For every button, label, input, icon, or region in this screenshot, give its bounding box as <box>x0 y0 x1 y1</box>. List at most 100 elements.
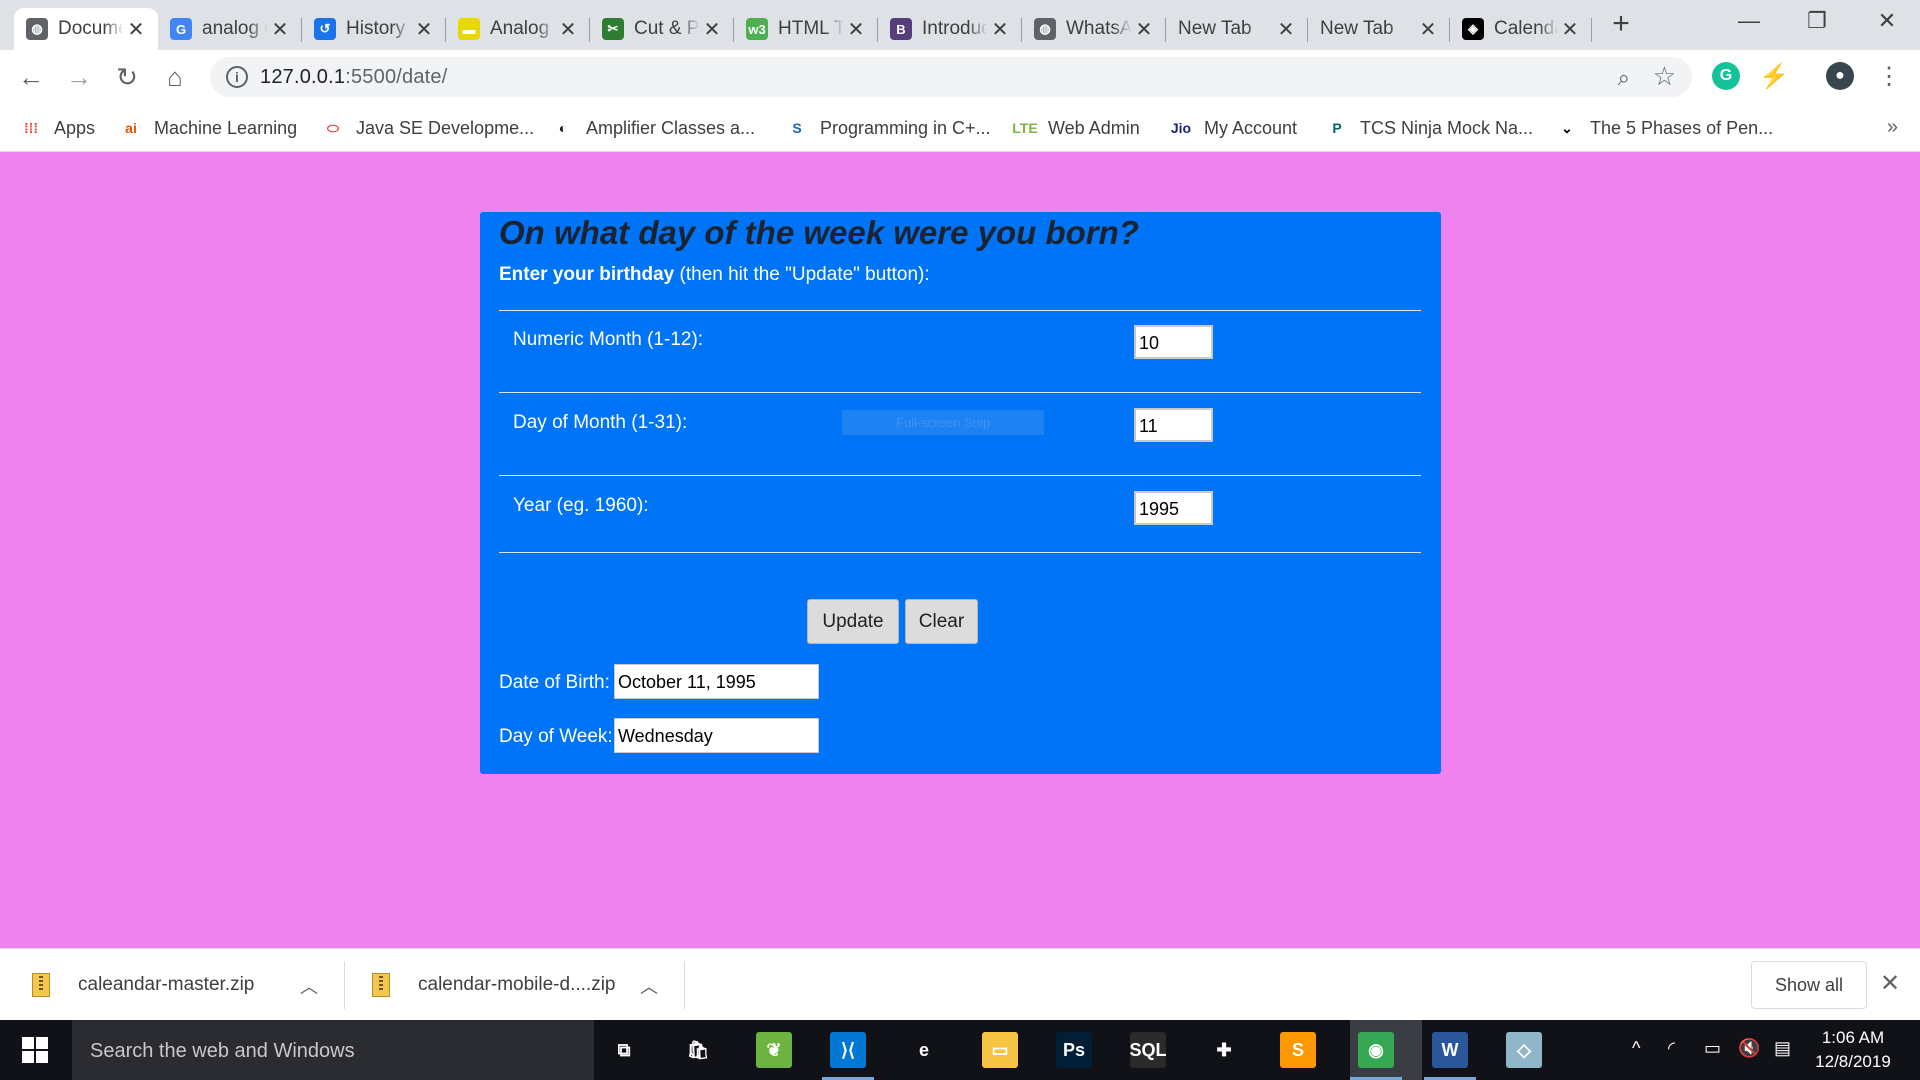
bookmark-item[interactable]: Jio My Account <box>1170 114 1297 142</box>
file-explorer-icon[interactable]: ▭ <box>982 1032 1018 1068</box>
bookmark-item[interactable]: LTE Web Admin <box>1012 114 1139 142</box>
clear-button[interactable]: Clear <box>905 599 978 644</box>
close-window-button[interactable]: ✕ <box>1862 6 1912 36</box>
grammarly-icon[interactable]: G <box>1712 62 1740 90</box>
task-view-icon[interactable]: ⧉ <box>606 1032 642 1068</box>
vscode-icon[interactable]: ⟩⟨ <box>822 1032 874 1080</box>
notes-icon[interactable]: ◇ <box>1506 1032 1542 1068</box>
close-icon[interactable]: ✕ <box>1416 17 1440 42</box>
tab-title: Document <box>58 18 124 39</box>
taskbar-search-input[interactable]: Search the web and Windows <box>72 1020 594 1080</box>
tab-6[interactable]: w3 HTML Tutorial✕ <box>734 8 878 50</box>
divider <box>684 961 685 1009</box>
bird-icon: ⌄ <box>1561 119 1573 136</box>
lightning-extension-icon[interactable]: ⚡ <box>1759 62 1789 90</box>
word-icon[interactable]: W <box>1424 1032 1476 1080</box>
tab-9[interactable]: New Tab ✕ <box>1166 8 1308 50</box>
chevron-up-icon[interactable]: ︿ <box>640 973 658 999</box>
bookmark-item[interactable]: ◐ Amplifier Classes a... <box>552 114 755 142</box>
bookmark-label: The 5 Phases of Pen... <box>1590 117 1774 138</box>
home-icon[interactable]: ⌂ <box>158 60 192 94</box>
bookmark-item[interactable]: ⬭ Java SE Developme... <box>322 114 534 142</box>
amplifier-icon: ◐ <box>558 120 568 136</box>
restore-button[interactable]: ❐ <box>1792 6 1842 36</box>
menu-dots-icon[interactable]: ⋮ <box>1872 60 1906 94</box>
close-icon[interactable]: ✕ <box>700 17 724 42</box>
store-icon[interactable]: 🛍 <box>680 1032 716 1068</box>
forward-arrow-icon[interactable]: → <box>62 60 96 94</box>
url-text[interactable]: 127.0.0.1:5500/date/ <box>260 66 448 89</box>
close-icon[interactable]: ✕ <box>412 17 436 42</box>
close-icon[interactable]: ✕ <box>1880 969 1900 998</box>
sublime-icon[interactable]: S <box>1280 1032 1316 1068</box>
tab-title: analog clock <box>202 18 268 39</box>
wifi-icon[interactable]: ◜ <box>1668 1038 1675 1059</box>
bookmark-item[interactable]: ⁞⁞⁞ Apps <box>20 114 95 142</box>
update-button[interactable]: Update <box>807 599 899 644</box>
mysql-icon[interactable]: SQL <box>1130 1032 1167 1068</box>
bookmark-item[interactable]: P TCS Ninja Mock Na... <box>1326 114 1533 142</box>
show-all-button[interactable]: Show all <box>1751 961 1867 1009</box>
battery-icon[interactable]: ▭ <box>1704 1038 1721 1059</box>
new-tab-button[interactable]: + <box>1606 9 1636 40</box>
bookmark-star-icon[interactable]: ☆ <box>1653 61 1676 92</box>
dob-output[interactable]: October 11, 1995 <box>614 664 819 699</box>
chevron-up-icon[interactable]: ^ <box>1632 1038 1640 1059</box>
tab-1[interactable]: ◍ Document✕ <box>14 8 158 50</box>
reload-icon[interactable]: ↻ <box>110 60 144 94</box>
w3schools-icon: w3 <box>746 18 768 40</box>
address-bar[interactable]: i 127.0.0.1:5500/date/ ⌕ ☆ <box>210 57 1692 97</box>
tab-2[interactable]: Ganalog clock✕ <box>158 8 302 50</box>
bookmarks-bar: » ⁞⁞⁞ Apps ai Machine Learning ⬭ Java SE Deve… <box>0 104 1920 152</box>
close-icon[interactable]: ✕ <box>268 17 292 42</box>
divider <box>499 310 1421 311</box>
month-input[interactable]: 10 <box>1134 325 1213 359</box>
edge-icon[interactable]: e <box>906 1032 942 1068</box>
tab-4[interactable]: ▬ Analog Clock✕ <box>446 8 590 50</box>
notification-icon[interactable]: ▤ <box>1774 1038 1791 1059</box>
bookmark-label: Machine Learning <box>154 117 298 138</box>
close-icon[interactable]: ✕ <box>988 17 1012 42</box>
day-input[interactable]: 11 <box>1134 408 1213 442</box>
game-icon[interactable]: ✚ <box>1206 1032 1242 1068</box>
bookmark-label: Amplifier Classes a... <box>586 117 756 138</box>
bookmark-label: TCS Ninja Mock Na... <box>1360 117 1534 138</box>
chevron-up-icon[interactable]: ︿ <box>300 973 318 999</box>
scissors-icon: ✂ <box>602 18 624 40</box>
download-item[interactable]: caleandar-master.zip <box>32 949 254 1021</box>
volume-muted-icon[interactable]: 🔇 <box>1738 1038 1760 1059</box>
tab-3[interactable]: ↺ History ✕ <box>302 8 446 50</box>
download-item[interactable]: calendar-mobile-d....zip <box>372 949 615 1021</box>
info-icon[interactable]: i <box>226 66 248 88</box>
lte-icon: LTE <box>1012 120 1038 136</box>
tab-11[interactable]: ◈ Calendar✕ <box>1450 8 1592 50</box>
close-icon[interactable]: ✕ <box>1558 17 1582 42</box>
zoom-icon[interactable]: ⌕ <box>1618 65 1630 91</box>
tab-5[interactable]: ✂ Cut & Paste✕ <box>590 8 734 50</box>
spring-tool-icon[interactable]: ❦ <box>756 1032 792 1068</box>
chrome-icon[interactable]: ◉ <box>1350 1032 1402 1080</box>
close-icon[interactable]: ✕ <box>1274 17 1298 42</box>
tab-7[interactable]: B Introduction✕ <box>878 8 1022 50</box>
start-button[interactable] <box>0 1020 70 1080</box>
chevron-right-double-icon[interactable]: » <box>1887 116 1898 139</box>
bookmark-item[interactable]: ai Machine Learning <box>120 114 297 142</box>
instructions-text: Enter your birthday (then hit the "Updat… <box>499 264 930 285</box>
close-icon[interactable]: ✕ <box>1132 17 1156 42</box>
profile-avatar[interactable]: ● <box>1826 62 1854 90</box>
bookmark-item[interactable]: ⌄ The 5 Phases of Pen... <box>1556 114 1773 142</box>
minimize-button[interactable]: — <box>1724 6 1774 36</box>
close-icon[interactable]: ✕ <box>556 17 580 42</box>
back-arrow-icon[interactable]: ← <box>14 60 48 94</box>
year-input[interactable]: 1995 <box>1134 491 1213 525</box>
bookmark-item[interactable]: S Programming in C+... <box>786 114 990 142</box>
snip-hint: Full-screen Snip <box>842 410 1044 435</box>
system-clock[interactable]: 1:06 AM 12/8/2019 <box>1808 1026 1898 1074</box>
close-icon[interactable]: ✕ <box>124 17 148 42</box>
tab-10[interactable]: New Tab ✕ <box>1308 8 1450 50</box>
dow-output[interactable]: Wednesday <box>614 718 819 753</box>
tab-8[interactable]: ◍ WhatsApp✕ <box>1022 8 1166 50</box>
close-icon[interactable]: ✕ <box>844 17 868 42</box>
photoshop-icon[interactable]: Ps <box>1056 1032 1092 1068</box>
tab-title: Calendar <box>1494 18 1558 39</box>
